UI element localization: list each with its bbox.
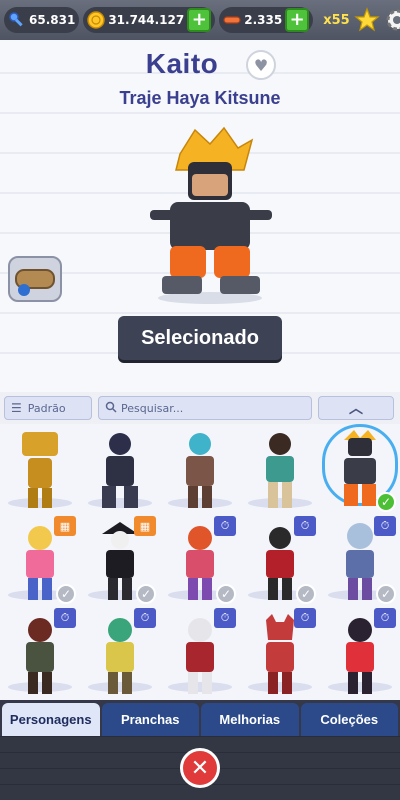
grid-item[interactable] — [240, 424, 320, 516]
filter-bar: ☰ Padrão Pesquisar... ︿ — [0, 392, 400, 424]
coins-counter: 31.744.127 + — [83, 7, 216, 33]
sort-label: Padrão — [27, 401, 66, 415]
boards-counter: 2.335 + — [219, 7, 314, 33]
character-thumbnail — [266, 433, 294, 508]
grid-item[interactable]: ⏱ ✓ — [320, 516, 400, 608]
tab-colecoes[interactable]: Coleções — [300, 703, 398, 736]
check-icon: ✓ — [376, 584, 396, 604]
stopwatch-icon: ⏱ — [374, 608, 396, 628]
search-placeholder: Pesquisar... — [121, 401, 184, 415]
add-boards-button[interactable]: + — [285, 8, 310, 32]
stopwatch-icon: ⏱ — [294, 516, 316, 536]
boards-value: 2.335 — [244, 13, 283, 27]
stopwatch-icon: ⏱ — [214, 516, 236, 536]
grid-item-selected[interactable]: ✓ — [320, 424, 400, 516]
grid-item[interactable]: ⏱ — [320, 608, 400, 700]
tab-personagens[interactable]: Personagens — [2, 703, 100, 736]
coins-value: 31.744.127 — [108, 13, 185, 27]
stopwatch-icon: ⏱ — [214, 608, 236, 628]
outfit-name: Traje Haya Kitsune — [119, 88, 281, 108]
grid-item[interactable] — [160, 424, 240, 516]
tab-melhorias[interactable]: Melhorias — [201, 703, 299, 736]
select-button[interactable]: Selecionado — [118, 316, 282, 360]
multiplier-value: x55 — [323, 12, 350, 28]
close-icon[interactable]: ✕ — [180, 748, 220, 788]
character-thumbnail — [102, 433, 138, 508]
currency-bar: 65.831 31.744.127 + 2.335 + x55 — [0, 0, 400, 40]
calendar-icon: ▦ — [54, 516, 76, 536]
stopwatch-icon: ⏱ — [294, 608, 316, 628]
search-input[interactable]: Pesquisar... — [98, 396, 312, 420]
check-icon: ✓ — [56, 584, 76, 604]
grid-item[interactable]: ▦ ✓ — [80, 516, 160, 608]
grid-item[interactable]: ▦ ✓ — [0, 516, 80, 608]
star-icon[interactable] — [354, 7, 380, 33]
character-name: Kaito — [145, 48, 219, 79]
check-icon: ✓ — [296, 584, 316, 604]
footer: ✕ — [0, 736, 400, 800]
sort-dropdown[interactable]: ☰ Padrão — [4, 396, 92, 420]
grid-item[interactable]: ⏱ — [160, 608, 240, 700]
stopwatch-icon: ⏱ — [374, 516, 396, 536]
grid-item[interactable]: ⏱ ✓ — [240, 516, 320, 608]
chevron-up-icon: ︿ — [349, 401, 363, 417]
grid-item[interactable]: ⏱ ✓ — [160, 516, 240, 608]
character-thumbnail — [186, 433, 214, 508]
stopwatch-icon: ⏱ — [54, 608, 76, 628]
keys-value: 65.831 — [29, 13, 76, 27]
hero-panel: Kaito ♥ Traje Haya Kitsune Selecionado — [0, 40, 400, 392]
check-icon: ✓ — [136, 584, 156, 604]
grid-item[interactable]: ⏱ — [80, 608, 160, 700]
tab-pranchas[interactable]: Pranchas — [101, 703, 199, 736]
key-icon — [8, 11, 26, 29]
character-grid: ✓ ▦ ✓ ▦ ✓ ⏱ ✓ ⏱ ✓ ⏱ ✓ ⏱ ⏱ ⏱ ⏱ ⏱ — [0, 424, 400, 700]
coin-icon — [87, 11, 106, 29]
grid-item[interactable] — [0, 424, 80, 516]
check-icon: ✓ — [216, 584, 236, 604]
heart-icon[interactable]: ♥ — [246, 50, 276, 80]
calendar-icon: ▦ — [134, 516, 156, 536]
character-thumbnail — [22, 432, 58, 508]
keys-counter: 65.831 — [4, 7, 80, 33]
gear-icon[interactable] — [384, 7, 400, 33]
check-icon: ✓ — [376, 492, 396, 512]
grid-item[interactable] — [80, 424, 160, 516]
add-coins-button[interactable]: + — [187, 8, 212, 32]
hoverboard-preview-button[interactable] — [8, 256, 62, 302]
search-icon — [105, 401, 117, 416]
character-figure — [150, 126, 272, 304]
menu-icon: ☰ — [11, 401, 22, 415]
hoverboard-icon — [223, 11, 241, 29]
stopwatch-icon: ⏱ — [134, 608, 156, 628]
grid-item[interactable]: ⏱ — [240, 608, 320, 700]
bottom-tabs: Personagens Pranchas Melhorias Coleções — [0, 700, 400, 736]
collapse-button[interactable]: ︿ — [318, 396, 394, 420]
grid-item[interactable]: ⏱ — [0, 608, 80, 700]
